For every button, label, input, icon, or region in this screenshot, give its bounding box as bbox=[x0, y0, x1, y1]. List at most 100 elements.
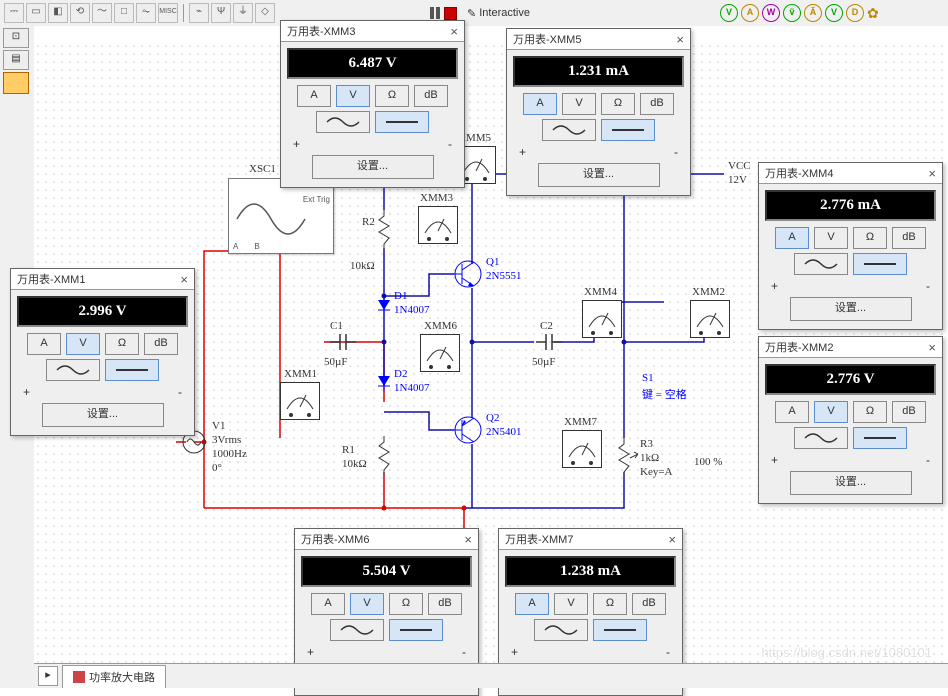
probe-v2[interactable]: ṽ bbox=[783, 4, 801, 22]
btn-settings[interactable]: 设置... bbox=[790, 297, 912, 321]
tbtn[interactable]: ⏚ bbox=[233, 3, 253, 23]
probe-d[interactable]: D bbox=[846, 4, 864, 22]
tbtn[interactable]: Ψ bbox=[211, 3, 231, 23]
xmm6-icon[interactable] bbox=[420, 334, 460, 372]
lbtn[interactable]: ⊡ bbox=[3, 28, 29, 48]
close-icon[interactable]: × bbox=[668, 532, 676, 547]
lbtn[interactable]: ▤ bbox=[3, 50, 29, 70]
btn-v[interactable]: V bbox=[554, 593, 588, 615]
xmm1-icon[interactable] bbox=[280, 382, 320, 420]
close-icon[interactable]: × bbox=[450, 24, 458, 39]
btn-a[interactable]: A bbox=[27, 333, 61, 355]
gear-icon[interactable]: ✿ bbox=[867, 5, 879, 22]
tab-active[interactable]: 功率放大电路 bbox=[62, 665, 166, 688]
btn-dc[interactable] bbox=[593, 619, 647, 641]
close-icon[interactable]: × bbox=[928, 340, 936, 355]
close-icon[interactable]: × bbox=[180, 272, 188, 287]
btn-ac[interactable] bbox=[330, 619, 384, 641]
btn-settings[interactable]: 设置... bbox=[42, 403, 164, 427]
btn-v[interactable]: V bbox=[350, 593, 384, 615]
mode-selector[interactable]: ✎ Interactive bbox=[461, 7, 536, 20]
hierarchy-button[interactable] bbox=[3, 72, 29, 94]
btn-a[interactable]: A bbox=[311, 593, 345, 615]
multimeter-xmm2[interactable]: 万用表-XMM2× 2.776 V AVΩdB +- 设置... bbox=[758, 336, 943, 504]
btn-dc[interactable] bbox=[853, 253, 907, 275]
pause-button[interactable] bbox=[430, 7, 440, 19]
resistor-r2[interactable] bbox=[378, 210, 390, 250]
btn-v[interactable]: V bbox=[562, 93, 596, 115]
btn-ac[interactable] bbox=[794, 253, 848, 275]
btn-dc[interactable] bbox=[601, 119, 655, 141]
potentiometer-r3[interactable] bbox=[618, 438, 638, 478]
close-icon[interactable]: × bbox=[928, 166, 936, 181]
xmm2-icon[interactable] bbox=[690, 300, 730, 338]
xmm3-icon[interactable] bbox=[418, 206, 458, 244]
tbtn[interactable]: ▭ bbox=[26, 3, 46, 23]
resistor-r1[interactable] bbox=[378, 436, 390, 476]
tbtn[interactable]: ◇ bbox=[255, 3, 275, 23]
probe-v[interactable]: V bbox=[720, 4, 738, 22]
btn-db[interactable]: dB bbox=[632, 593, 666, 615]
btn-settings[interactable]: 设置... bbox=[538, 163, 660, 187]
btn-ohm[interactable]: Ω bbox=[105, 333, 139, 355]
oscilloscope-xsc1[interactable]: XSC1 Ext Trig AB bbox=[228, 178, 334, 254]
tbtn[interactable]: ◧ bbox=[48, 3, 68, 23]
btn-a[interactable]: A bbox=[775, 401, 809, 423]
diode-d1[interactable] bbox=[376, 294, 392, 316]
close-icon[interactable]: × bbox=[676, 32, 684, 47]
multimeter-xmm3[interactable]: 万用表-XMM3× 6.487 V AVΩdB +- 设置... bbox=[280, 20, 465, 188]
btn-ac[interactable] bbox=[542, 119, 596, 141]
probe-a2[interactable]: Ã bbox=[804, 4, 822, 22]
diode-d2[interactable] bbox=[376, 370, 392, 392]
btn-ohm[interactable]: Ω bbox=[601, 93, 635, 115]
btn-v[interactable]: V bbox=[814, 227, 848, 249]
tbtn[interactable]: □ bbox=[114, 3, 134, 23]
multimeter-xmm5[interactable]: 万用表-XMM5× 1.231 mA AVΩdB +- 设置... bbox=[506, 28, 691, 196]
xmm4-icon[interactable] bbox=[582, 300, 622, 338]
btn-v[interactable]: V bbox=[66, 333, 100, 355]
tbtn[interactable]: 〜 bbox=[92, 3, 112, 23]
tbtn[interactable]: ⟲ bbox=[70, 3, 90, 23]
btn-db[interactable]: dB bbox=[414, 85, 448, 107]
btn-settings[interactable]: 设置... bbox=[790, 471, 912, 495]
btn-a[interactable]: A bbox=[775, 227, 809, 249]
capacitor-c1[interactable] bbox=[330, 330, 356, 354]
btn-settings[interactable]: 设置... bbox=[312, 155, 434, 179]
btn-a[interactable]: A bbox=[523, 93, 557, 115]
btn-ohm[interactable]: Ω bbox=[853, 401, 887, 423]
capacitor-c2[interactable] bbox=[536, 330, 562, 354]
btn-ac[interactable] bbox=[534, 619, 588, 641]
btn-ohm[interactable]: Ω bbox=[853, 227, 887, 249]
btn-ac[interactable] bbox=[316, 111, 370, 133]
stop-button[interactable] bbox=[444, 7, 457, 20]
btn-v[interactable]: V bbox=[336, 85, 370, 107]
probe-v3[interactable]: V bbox=[825, 4, 843, 22]
btn-a[interactable]: A bbox=[297, 85, 331, 107]
btn-ac[interactable] bbox=[794, 427, 848, 449]
probe-a[interactable]: A bbox=[741, 4, 759, 22]
btn-db[interactable]: dB bbox=[640, 93, 674, 115]
btn-dc[interactable] bbox=[853, 427, 907, 449]
transistor-q1[interactable] bbox=[452, 256, 482, 292]
btn-ohm[interactable]: Ω bbox=[389, 593, 423, 615]
btn-ohm[interactable]: Ω bbox=[375, 85, 409, 107]
btn-db[interactable]: dB bbox=[428, 593, 462, 615]
multimeter-xmm4[interactable]: 万用表-XMM4× 2.776 mA AVΩdB +- 设置... bbox=[758, 162, 943, 330]
tbtn[interactable]: ⌁ bbox=[189, 3, 209, 23]
close-icon[interactable]: × bbox=[464, 532, 472, 547]
tbtn[interactable]: ⏦ bbox=[136, 3, 156, 23]
xmm7-icon[interactable] bbox=[562, 430, 602, 468]
tbtn[interactable]: MISC bbox=[158, 3, 178, 23]
btn-db[interactable]: dB bbox=[144, 333, 178, 355]
transistor-q2[interactable] bbox=[452, 412, 482, 448]
multimeter-xmm1[interactable]: 万用表-XMM1× 2.996 V A V Ω dB +- 设置... bbox=[10, 268, 195, 436]
btn-dc[interactable] bbox=[105, 359, 159, 381]
btn-ac[interactable] bbox=[46, 359, 100, 381]
btn-v[interactable]: V bbox=[814, 401, 848, 423]
tbtn[interactable]: ⎓ bbox=[4, 3, 24, 23]
btn-a[interactable]: A bbox=[515, 593, 549, 615]
btn-db[interactable]: dB bbox=[892, 227, 926, 249]
btn-db[interactable]: dB bbox=[892, 401, 926, 423]
btn-dc[interactable] bbox=[389, 619, 443, 641]
btn-dc[interactable] bbox=[375, 111, 429, 133]
